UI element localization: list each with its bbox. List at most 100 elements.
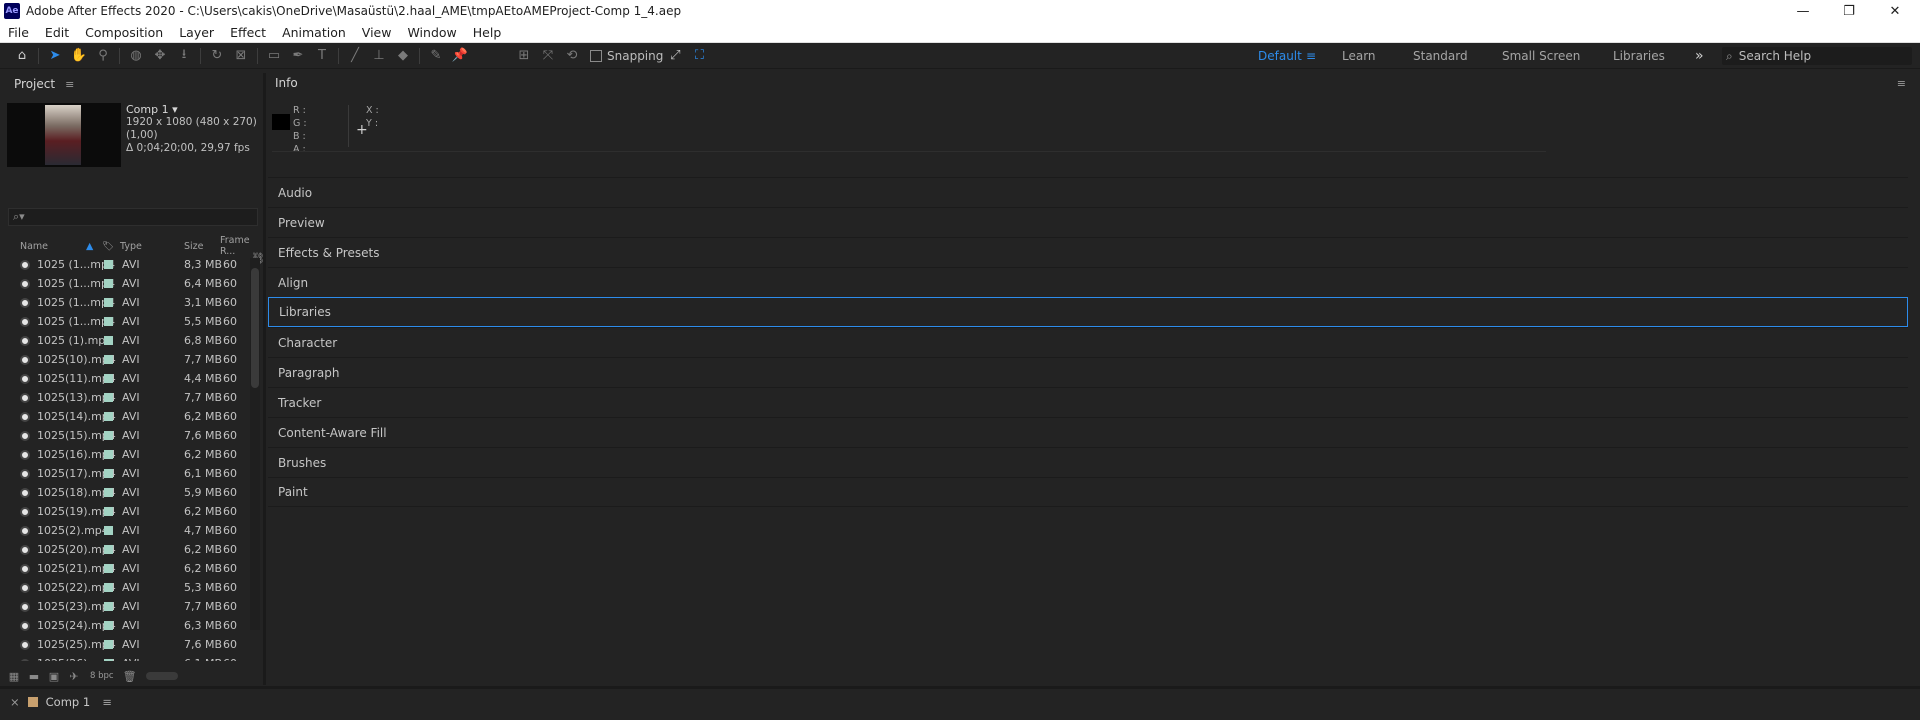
file-row[interactable]: 1025(24).mp4 AVI 6,3 MB 60	[4, 616, 250, 635]
label-color[interactable]	[104, 564, 113, 573]
file-row[interactable]: 1025(23).mp4 AVI 7,7 MB 60	[4, 597, 250, 616]
file-row[interactable]: 1025(21).mp4 AVI 6,2 MB 60	[4, 559, 250, 578]
comp-name[interactable]: Comp 1 ▾	[126, 103, 262, 116]
column-frame-rate[interactable]: Frame R...	[220, 235, 258, 257]
pan-behind-tool-icon[interactable]: ⊠	[229, 45, 253, 67]
workspace-default-menu-icon[interactable]: ≡	[1306, 43, 1316, 69]
zoom-tool-icon[interactable]: ⚲	[91, 45, 115, 67]
file-row[interactable]: 1025(22).mp4 AVI 5,3 MB 60	[4, 578, 250, 597]
column-name[interactable]: Name	[20, 239, 48, 253]
label-color[interactable]	[104, 393, 113, 402]
label-color[interactable]	[104, 621, 113, 630]
workspace-libraries[interactable]: Libraries	[1613, 43, 1665, 69]
label-color[interactable]	[104, 469, 113, 478]
label-color[interactable]	[104, 488, 113, 497]
pan-camera-tool-icon[interactable]: ✥	[148, 45, 172, 67]
label-color[interactable]	[104, 583, 113, 592]
info-panel-tab[interactable]: Info	[275, 76, 298, 90]
label-color[interactable]	[104, 298, 113, 307]
label-color[interactable]	[104, 507, 113, 516]
menu-window[interactable]: Window	[399, 25, 464, 40]
menu-edit[interactable]: Edit	[37, 25, 77, 40]
local-axis-mode-icon[interactable]: ⊞	[512, 45, 536, 67]
maximize-button[interactable]: ❐	[1826, 0, 1872, 22]
project-panel-tab[interactable]: Project	[14, 77, 55, 91]
timeline-tab-comp-1[interactable]: Comp 1	[46, 695, 91, 709]
menu-file[interactable]: File	[0, 25, 37, 40]
file-row[interactable]: 1025(25).mp4 AVI 7,6 MB 60	[4, 635, 250, 654]
roto-brush-tool-icon[interactable]: ✎	[424, 45, 448, 67]
menu-effect[interactable]: Effect	[222, 25, 274, 40]
scrollbar-thumb[interactable]	[251, 268, 259, 388]
label-color[interactable]	[104, 355, 113, 364]
minimize-button[interactable]: —	[1780, 0, 1826, 22]
menu-view[interactable]: View	[354, 25, 400, 40]
type-tool-icon[interactable]: T	[310, 45, 334, 67]
panel-align[interactable]: Align	[268, 267, 1908, 297]
file-row[interactable]: 1025 (1...mp4 AVI 5,5 MB 60	[4, 312, 250, 331]
bit-depth-label[interactable]: 8 bpc	[90, 671, 114, 681]
dolly-camera-tool-icon[interactable]: ⭳	[172, 45, 196, 67]
snap-edges-icon[interactable]: ⤢	[663, 45, 687, 67]
eraser-tool-icon[interactable]: ◆	[391, 45, 415, 67]
file-row[interactable]: 1025 (1).mp4 AVI 6,8 MB 60	[4, 331, 250, 350]
label-color[interactable]	[104, 260, 113, 269]
close-tab-icon[interactable]: ×	[10, 695, 20, 709]
menu-animation[interactable]: Animation	[274, 25, 354, 40]
file-row[interactable]: 1025(14).mp4 AVI 6,2 MB 60	[4, 407, 250, 426]
label-color[interactable]	[104, 431, 113, 440]
label-color[interactable]	[104, 640, 113, 649]
label-column-icon[interactable]: 🏷	[102, 239, 114, 253]
label-color[interactable]	[104, 659, 113, 661]
more-workspaces-icon[interactable]: »	[1695, 43, 1704, 69]
label-color[interactable]	[104, 412, 113, 421]
close-button[interactable]: ✕	[1872, 0, 1918, 22]
file-row[interactable]: 1025(18).mp4 AVI 5,9 MB 60	[4, 483, 250, 502]
label-color[interactable]	[104, 545, 113, 554]
file-row[interactable]: 1025(19).mp4 AVI 6,2 MB 60	[4, 502, 250, 521]
label-color[interactable]	[104, 279, 113, 288]
panel-preview[interactable]: Preview	[268, 207, 1908, 237]
info-panel-menu-icon[interactable]: ≡	[1897, 77, 1906, 90]
file-row[interactable]: 1025 (1...mp4 AVI 6,4 MB 60	[4, 274, 250, 293]
rectangle-tool-icon[interactable]: ▭	[262, 45, 286, 67]
interpret-footage-icon[interactable]: ▦	[4, 670, 24, 683]
workspace-default[interactable]: Default	[1258, 43, 1302, 69]
project-scrollbar[interactable]	[250, 258, 260, 630]
label-color[interactable]	[104, 336, 113, 345]
project-panel-menu-icon[interactable]: ≡	[65, 78, 74, 91]
render-queue-icon[interactable]: ✈	[64, 670, 84, 683]
file-row[interactable]: 1025(10).mp4 AVI 7,7 MB 60	[4, 350, 250, 369]
workspace-small-screen[interactable]: Small Screen	[1502, 43, 1580, 69]
search-help-field[interactable]: ⌕ Search Help	[1722, 47, 1912, 65]
column-type[interactable]: Type	[120, 239, 142, 253]
file-row[interactable]: 1025(17).mp4 AVI 6,1 MB 60	[4, 464, 250, 483]
puppet-pin-tool-icon[interactable]: 📌	[448, 45, 472, 67]
label-color[interactable]	[104, 374, 113, 383]
snap-features-icon[interactable]: ⛶	[687, 45, 711, 67]
clone-stamp-tool-icon[interactable]: ⊥	[367, 45, 391, 67]
view-axis-mode-icon[interactable]: ⟲	[560, 45, 584, 67]
new-folder-icon[interactable]: ▬	[24, 670, 44, 683]
file-row[interactable]: 1025(20).mp4 AVI 6,2 MB 60	[4, 540, 250, 559]
panel-brushes[interactable]: Brushes	[268, 447, 1908, 477]
file-row[interactable]: 1025(16).mp4 AVI 6,2 MB 60	[4, 445, 250, 464]
panel-character[interactable]: Character	[268, 327, 1908, 357]
file-row[interactable]: 1025(2).mp4 AVI 4,7 MB 60	[4, 521, 250, 540]
file-row[interactable]: 1025 (1...mp4 AVI 8,3 MB 60	[4, 255, 250, 274]
label-color[interactable]	[104, 526, 113, 535]
snapping-checkbox[interactable]	[590, 49, 602, 62]
timeline-menu-icon[interactable]: ≡	[102, 695, 112, 709]
label-color[interactable]	[104, 602, 113, 611]
file-row[interactable]: 1025(13).mp4 AVI 7,7 MB 60	[4, 388, 250, 407]
rotation-tool-icon[interactable]: ↻	[205, 45, 229, 67]
hand-tool-icon[interactable]: ✋	[67, 45, 91, 67]
column-size[interactable]: Size	[184, 239, 204, 253]
orbit-camera-tool-icon[interactable]: ◍	[124, 45, 148, 67]
menu-layer[interactable]: Layer	[171, 25, 222, 40]
label-color[interactable]	[104, 317, 113, 326]
panel-libraries[interactable]: Libraries	[268, 297, 1908, 327]
world-axis-mode-icon[interactable]: ⤧	[536, 45, 560, 67]
panel-tracker[interactable]: Tracker	[268, 387, 1908, 417]
panel-audio[interactable]: Audio	[268, 177, 1908, 207]
